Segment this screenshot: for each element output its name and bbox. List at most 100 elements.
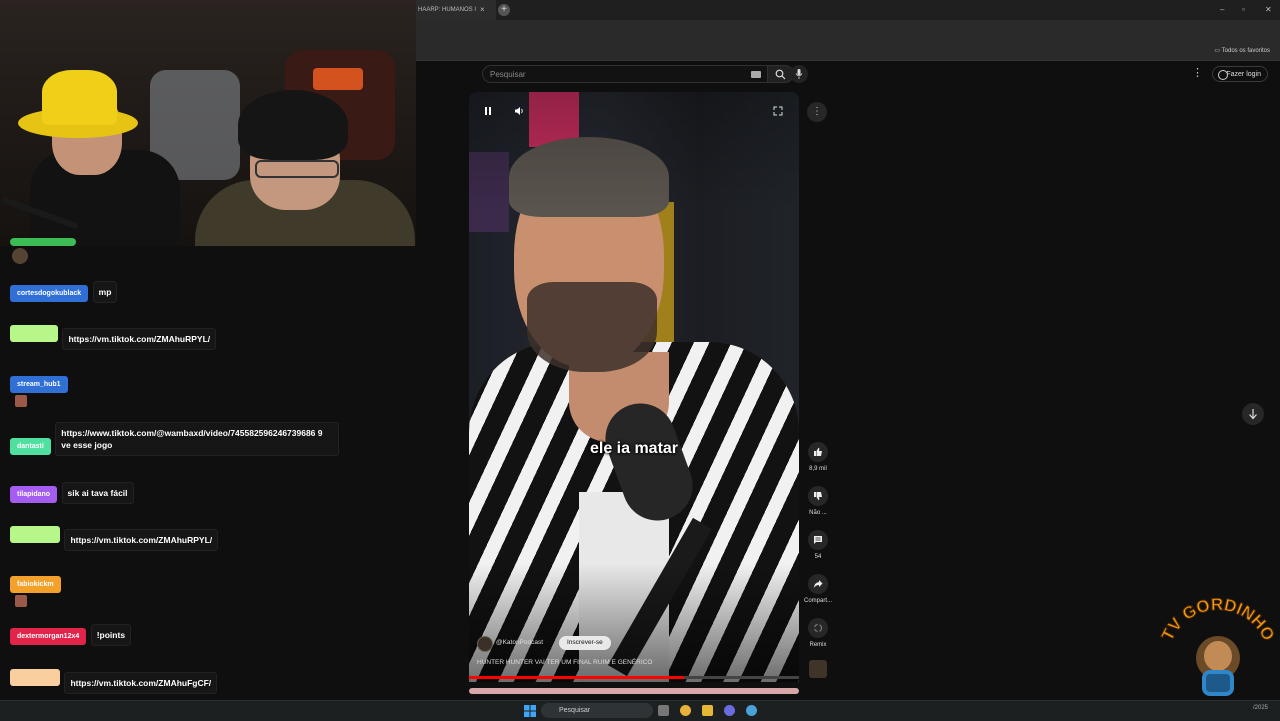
comment-icon <box>814 536 822 544</box>
glasses <box>255 160 339 178</box>
dislike-action[interactable]: Não ... <box>802 486 834 516</box>
login-button[interactable]: Fazer login <box>1212 66 1268 82</box>
comments-action[interactable]: 54 <box>802 530 834 560</box>
next-video-button[interactable] <box>1242 403 1264 425</box>
address-bar[interactable]: ▭ ☆ ◧ ⇄ ⋮ <box>416 20 1280 56</box>
channel-name[interactable]: @KatonPodcast <box>496 639 543 646</box>
comments-count: 54 <box>814 554 822 560</box>
chat-text[interactable]: https://vm.tiktok.com/ZMAhuRPYL/ <box>62 328 217 350</box>
chat-username: dantasti <box>10 438 51 455</box>
like-action[interactable]: 8,9 mil <box>802 442 834 472</box>
task-view-icon[interactable] <box>658 705 669 716</box>
stream-chat: cortesdogokublack mp https://vm.tiktok.c… <box>0 246 416 720</box>
share-action[interactable]: Compart... <box>802 574 834 604</box>
maximize-button[interactable]: ▫ <box>1242 0 1245 20</box>
bookmarks-folder[interactable]: ▭ Todos os favoritos <box>1214 42 1270 60</box>
like-button[interactable] <box>808 442 828 462</box>
remix-button[interactable] <box>808 618 828 638</box>
account-icon <box>1218 70 1228 80</box>
dislike-label: Não ... <box>809 510 827 516</box>
video-menu-button[interactable]: ⋮ <box>807 102 827 122</box>
emote-icon <box>15 595 27 607</box>
chat-username: tilapidano <box>10 486 58 503</box>
settings-icon[interactable] <box>746 705 757 716</box>
chat-badge-icon <box>12 248 28 264</box>
remix-label: Remix <box>809 642 827 648</box>
subscribe-button[interactable]: Inscrever-se <box>559 636 611 650</box>
new-tab-button[interactable]: + <box>498 4 510 16</box>
yellow-hat-top <box>42 70 117 125</box>
settings-menu-icon[interactable]: ⋮ <box>1192 66 1203 79</box>
chat-message: https://vm.tiktok.com/ZMAhuRPYL/ <box>10 325 217 350</box>
audio-thumbnail[interactable] <box>809 660 827 678</box>
webcam-overlay <box>0 0 416 246</box>
chat-username <box>10 325 58 342</box>
chrome-icon[interactable] <box>680 705 691 716</box>
windows-start-icon[interactable] <box>524 705 536 717</box>
chat-message: fabiokickm <box>10 573 61 607</box>
taskbar-search[interactable]: Pesquisar <box>541 703 653 718</box>
chat-text[interactable]: https://vm.tiktok.com/ZMAhuRPYL/ <box>64 529 219 551</box>
guest-hair <box>238 90 348 160</box>
folder-icon: ▭ <box>1214 48 1222 54</box>
chat-text: !points <box>90 624 132 646</box>
search-icon <box>775 69 786 80</box>
channel-avatar[interactable] <box>477 636 493 652</box>
chat-top-bar <box>10 238 76 246</box>
fullscreen-icon[interactable] <box>773 106 783 116</box>
bookmarks-bar: ▭ Todos os favoritos <box>416 42 1280 61</box>
chat-text: sik ai tava fácil <box>61 482 134 504</box>
next-video-preview[interactable] <box>469 688 799 694</box>
comments-button[interactable] <box>808 530 828 550</box>
chat-username: cortesdogokublack <box>10 285 89 302</box>
remix-icon <box>813 623 823 633</box>
tab-close-icon[interactable]: × <box>480 0 485 20</box>
like-count: 8,9 mil <box>809 466 827 472</box>
minimize-button[interactable]: – <box>1220 0 1224 20</box>
dislike-button[interactable] <box>808 486 828 506</box>
share-label: Compart... <box>803 598 832 604</box>
mic-icon <box>795 69 803 79</box>
chat-message: dextermorgan12x4 !points <box>10 622 132 646</box>
chat-username: stream_hub1 <box>10 376 68 393</box>
keyboard-icon[interactable] <box>751 71 761 78</box>
chat-message: https://vm.tiktok.com/ZMAhuFgCF/ <box>10 669 218 694</box>
chat-message: https://vm.tiktok.com/ZMAhuRPYL/ <box>10 526 219 551</box>
chat-username: fabiokickm <box>10 576 61 593</box>
thumbs-down-icon <box>814 492 822 501</box>
chat-message: dantasti https://www.tiktok.com/@wambaxd… <box>10 420 340 456</box>
chat-message: cortesdogokublack mp <box>10 279 118 303</box>
file-explorer-icon[interactable] <box>702 705 713 716</box>
browser-window: HAARP: HUMANOS I × + – ▫ ✕ ▭ ☆ ◧ ⇄ ⋮ ▭ T… <box>416 0 1280 700</box>
chat-username <box>10 526 60 543</box>
chat-text[interactable]: https://www.tiktok.com/@wambaxd/video/74… <box>55 422 340 456</box>
video-shade <box>469 92 799 682</box>
volume-icon[interactable] <box>514 106 524 116</box>
shorts-video-player[interactable]: ele ia matar @KatonPodcast Inscrever-se … <box>469 92 799 682</box>
close-window-button[interactable]: ✕ <box>1265 0 1272 20</box>
chat-username <box>10 669 60 686</box>
search-input[interactable]: Pesquisar <box>482 65 768 83</box>
sound-thumbnail[interactable] <box>802 660 834 678</box>
chat-message: tilapidano sik ai tava fácil <box>10 480 134 504</box>
remix-action[interactable]: Remix <box>802 618 834 648</box>
video-subtitle: ele ia matar <box>589 440 679 457</box>
voice-search-button[interactable] <box>790 65 808 83</box>
windows-taskbar: Pesquisar /2025 <box>0 700 1280 721</box>
chat-text[interactable]: https://vm.tiktok.com/ZMAhuFgCF/ <box>64 672 218 694</box>
arrow-down-icon <box>1249 409 1257 420</box>
tab-title: HAARP: HUMANOS I <box>418 7 477 13</box>
browser-tab[interactable]: HAARP: HUMANOS I × <box>416 0 496 20</box>
discord-icon[interactable] <box>724 705 735 716</box>
channel-logo: TV GORDINHO <box>1160 598 1276 696</box>
video-title[interactable]: HUNTER HUNTER VAI TER UM FINAL RUIM E GE… <box>477 659 652 666</box>
taskbar-date: /2025 <box>1252 705 1268 711</box>
tab-bar: HAARP: HUMANOS I × + – ▫ ✕ <box>416 0 1280 20</box>
pause-icon[interactable] <box>483 106 493 116</box>
video-progress-fill <box>469 676 684 679</box>
video-progress-bar[interactable] <box>469 676 799 679</box>
chat-message: stream_hub1 <box>10 373 68 407</box>
share-button[interactable] <box>808 574 828 594</box>
chat-text: mp <box>92 281 118 303</box>
emote-icon <box>15 395 27 407</box>
